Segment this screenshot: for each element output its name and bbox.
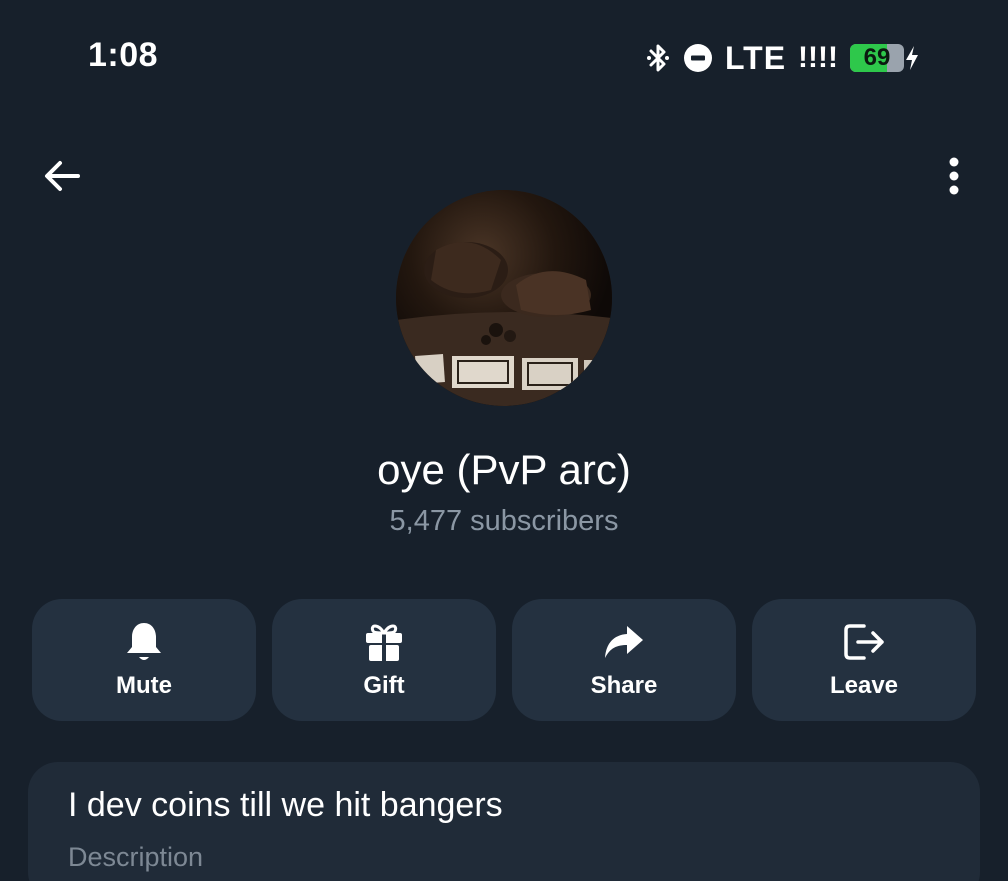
gift-label: Gift [363,672,405,699]
more-vertical-icon [949,157,959,195]
channel-profile-screen: 1:08 LTE !!!! 69 oye (PvP arc) 5,477 sub… [0,0,1008,881]
channel-avatar[interactable] [396,190,612,406]
channel-title: oye (PvP arc) [377,446,631,493]
status-time: 1:08 [88,36,159,74]
info-card: I dev coins till we hit bangers Descript… [28,762,980,881]
share-label: Share [590,672,658,699]
mute-label: Mute [116,672,172,699]
back-button[interactable] [34,152,90,200]
avatar-image [396,190,612,406]
leave-button[interactable]: Leave [752,599,976,721]
network-type: LTE [724,39,787,76]
arrow-left-icon [45,161,80,191]
status-bar: 1:08 LTE !!!! 69 [0,0,1008,110]
do-not-disturb-icon [683,43,713,73]
share-button[interactable]: Share [512,599,736,721]
gift-icon [362,620,406,664]
status-icons: LTE !!!! 69 [645,38,920,78]
mute-button[interactable]: Mute [32,599,256,721]
bell-icon [122,620,166,664]
more-options-button[interactable] [930,150,978,202]
share-arrow-icon [602,620,646,664]
battery-percent: 69 [863,44,891,71]
signal-strength: !!!! [798,41,838,74]
action-buttons: Mute Gift Share Leave [32,599,976,721]
battery-indicator: 69 [850,44,904,72]
description-label: Description [68,842,204,872]
bluetooth-icon [645,43,671,73]
subscriber-count: 5,477 subscribers [389,505,619,537]
battery-charging-icon: 69 [850,44,920,72]
gift-button[interactable]: Gift [272,599,496,721]
leave-icon [842,620,886,664]
leave-label: Leave [829,672,899,699]
charging-bolt-icon [906,46,918,70]
description-text: I dev coins till we hit bangers [68,786,503,824]
